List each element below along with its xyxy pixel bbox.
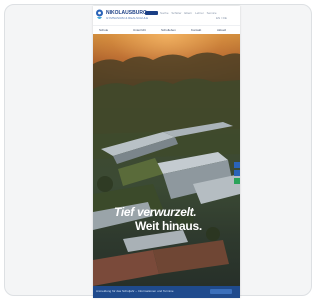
info-banner: Anmeldung für das Schuljahr – Informatio… <box>93 286 240 298</box>
hero-image <box>93 34 240 286</box>
utility-link[interactable]: Schüler <box>171 11 181 15</box>
hero-headline: Tief verwurzelt. <box>114 205 197 219</box>
hero-subheadline: Weit hinaus. <box>135 219 202 233</box>
language-switch[interactable]: EN / DE <box>216 17 227 20</box>
nav-item-schule[interactable]: Schule <box>99 29 108 32</box>
website-preview: NIKOLAUSBURG GYMNASIUM & REALSCHULE Such… <box>93 6 240 298</box>
side-social-button[interactable] <box>234 178 240 184</box>
side-social-button[interactable] <box>234 162 240 168</box>
utility-links: Suche Schüler Eltern Lehrer Service <box>160 11 219 15</box>
utility-link[interactable]: Lehrer <box>195 11 204 15</box>
utility-link[interactable]: Suche <box>160 11 169 15</box>
nav-item-aktuell[interactable]: Aktuell <box>217 29 226 32</box>
info-banner-button[interactable] <box>210 289 232 294</box>
utility-link[interactable]: Service <box>207 11 217 15</box>
campus-aerial-illustration <box>93 52 240 286</box>
brand-subtitle: GYMNASIUM & REALSCHULE <box>106 16 149 20</box>
highlight-button[interactable] <box>145 11 158 15</box>
site-header: NIKOLAUSBURG GYMNASIUM & REALSCHULE Such… <box>93 6 240 25</box>
info-banner-text: Anmeldung für das Schuljahr – Informatio… <box>96 289 174 293</box>
side-social-button[interactable] <box>234 170 240 176</box>
nav-item-schulleben[interactable]: Schulleben <box>161 29 176 32</box>
school-logo-icon[interactable] <box>95 9 104 21</box>
nav-item-kontakt[interactable]: Kontakt <box>191 29 201 32</box>
nav-item-unterricht[interactable]: Unterricht <box>133 29 146 32</box>
utility-link[interactable]: Eltern <box>184 11 192 15</box>
